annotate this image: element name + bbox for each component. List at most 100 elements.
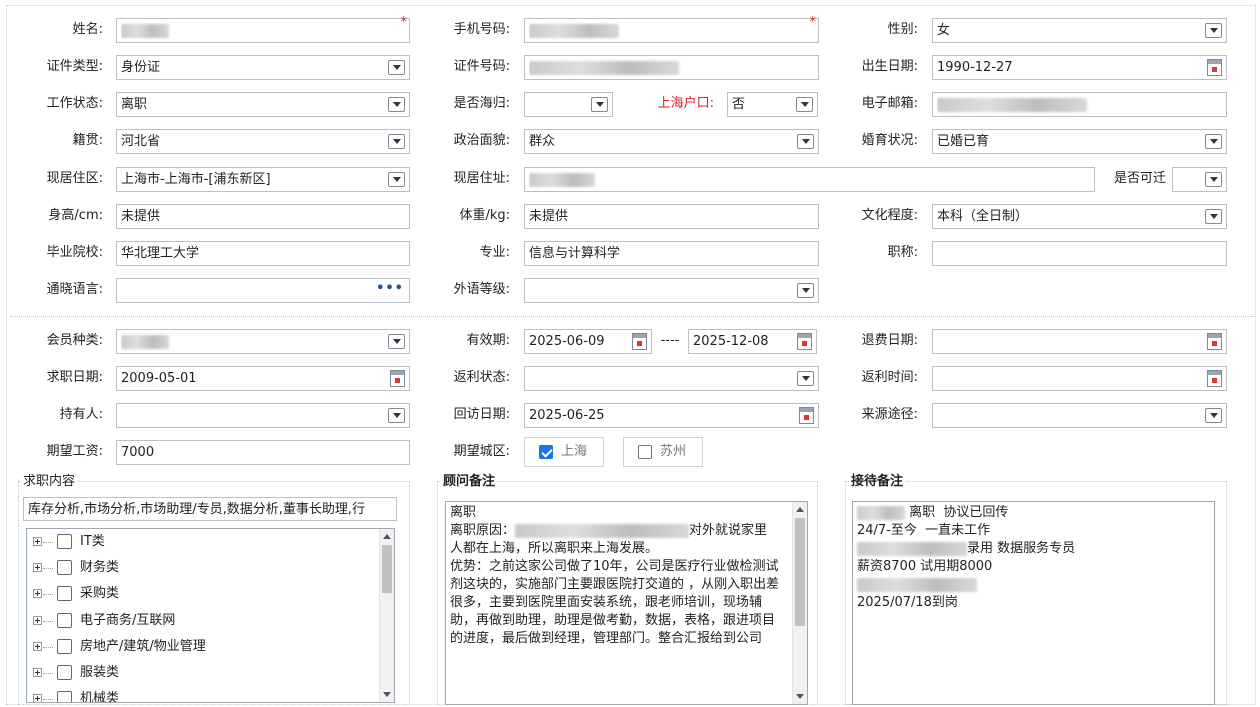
native-place-select[interactable]: 河北省 — [116, 129, 410, 154]
school-field[interactable]: 华北理工大学 — [116, 241, 410, 266]
email-field[interactable] — [932, 92, 1227, 117]
expand-icon[interactable] — [33, 694, 42, 702]
rebate-time-field[interactable] — [932, 366, 1227, 391]
city-option-suzhou[interactable]: 苏州 — [623, 437, 703, 467]
residence-area-label: 现居住区: — [46, 171, 103, 186]
name-field[interactable]: * — [116, 16, 410, 43]
returnee-select[interactable] — [524, 92, 613, 117]
education-select[interactable]: 本科（全日制） — [932, 204, 1227, 229]
checkbox-icon[interactable] — [57, 691, 72, 702]
calendar-icon[interactable] — [632, 333, 647, 350]
refund-date-field[interactable] — [932, 329, 1227, 354]
title-field[interactable] — [932, 241, 1227, 266]
validity-start-field[interactable]: 2025-06-09 — [524, 329, 652, 354]
expand-icon[interactable] — [33, 616, 42, 625]
residence-area-select[interactable]: 上海市-上海市-[浦东新区] — [116, 167, 410, 192]
shanghai-hukou-select[interactable]: 否 — [727, 92, 818, 117]
political-status-select[interactable]: 群众 — [524, 129, 819, 154]
more-icon[interactable]: ••• — [376, 281, 404, 296]
chevron-down-icon[interactable] — [388, 97, 405, 112]
residence-address-field[interactable] — [524, 167, 1095, 192]
reception-notes-textarea[interactable]: 离职 协议已回传 24/7-至今 一直未工作 录用 数据服务专员 薪资8700 … — [852, 501, 1215, 705]
chevron-down-icon[interactable] — [388, 408, 405, 423]
chevron-down-icon[interactable] — [388, 334, 405, 349]
weight-field[interactable]: 未提供 — [524, 204, 819, 229]
validity-label: 有效期: — [466, 333, 510, 348]
chevron-down-icon[interactable] — [388, 60, 405, 75]
chevron-down-icon[interactable] — [1205, 23, 1222, 38]
chevron-down-icon[interactable] — [591, 97, 608, 112]
scroll-up-icon[interactable] — [383, 534, 391, 539]
id-number-field[interactable] — [524, 55, 819, 80]
checkbox-icon[interactable] — [638, 445, 652, 459]
chevron-down-icon[interactable] — [1205, 408, 1222, 423]
calendar-icon[interactable] — [799, 407, 814, 424]
mobile-field[interactable]: * — [524, 16, 819, 43]
expand-icon[interactable] — [33, 537, 42, 546]
checkbox-icon[interactable] — [57, 665, 72, 680]
revisit-date-label: 回访日期: — [453, 407, 510, 422]
major-field[interactable]: 信息与计算科学 — [524, 241, 819, 266]
chevron-down-icon[interactable] — [797, 283, 814, 298]
scroll-thumb[interactable] — [795, 518, 805, 626]
scroll-thumb[interactable] — [382, 545, 392, 593]
expand-icon[interactable] — [33, 589, 42, 598]
job-content-summary-field[interactable]: 库存分析,市场分析,市场助理/专员,数据分析,董事长助理,行 — [23, 497, 397, 521]
height-field[interactable]: 未提供 — [116, 204, 410, 229]
chevron-down-icon[interactable] — [388, 172, 405, 187]
foreign-level-select[interactable] — [524, 278, 819, 303]
notes-scrollbar[interactable] — [792, 502, 807, 704]
work-status-select[interactable]: 离职 — [116, 92, 410, 117]
validity-separator: ---- — [660, 333, 680, 348]
calendar-icon[interactable] — [390, 370, 405, 387]
consultant-notes-textarea[interactable]: 离职 离职原因： 对外就说家里 人都在上海，所以离职来上海发展。 优势：之前这家公… — [445, 501, 808, 705]
chevron-down-icon[interactable] — [1205, 209, 1222, 224]
checkbox-icon[interactable] — [57, 560, 72, 575]
chevron-down-icon[interactable] — [797, 371, 814, 386]
scroll-down-icon[interactable] — [383, 692, 391, 697]
marital-status-select[interactable]: 已婚已育 — [932, 129, 1227, 154]
job-seek-date-field[interactable]: 2009-05-01 — [116, 366, 410, 391]
chevron-down-icon[interactable] — [797, 134, 814, 149]
note-line-text: 离职原因： — [450, 523, 516, 538]
expected-salary-field[interactable]: 7000 — [116, 440, 410, 465]
checkbox-icon[interactable] — [57, 586, 72, 601]
calendar-icon[interactable] — [1207, 370, 1222, 387]
chevron-down-icon[interactable] — [1205, 172, 1222, 187]
scroll-down-icon[interactable] — [796, 694, 804, 699]
relocatable-select[interactable] — [1172, 167, 1227, 192]
city-option-shanghai[interactable]: 上海 — [524, 437, 604, 467]
scroll-up-icon[interactable] — [796, 507, 804, 512]
checkbox-icon[interactable] — [57, 639, 72, 654]
languages-field[interactable]: ••• — [116, 278, 410, 303]
holder-select[interactable] — [116, 403, 410, 428]
tree-scrollbar[interactable] — [379, 529, 394, 702]
calendar-icon[interactable] — [1207, 59, 1222, 76]
checkbox-checked-icon[interactable] — [539, 445, 553, 459]
validity-end-field[interactable]: 2025-12-08 — [688, 329, 817, 354]
id-type-select[interactable]: 身份证 — [116, 55, 410, 80]
note-line: 人都在上海，所以离职来上海发展。 — [450, 541, 659, 556]
gender-select[interactable]: 女 — [932, 18, 1227, 43]
expand-icon[interactable] — [33, 563, 42, 572]
source-select[interactable] — [932, 403, 1227, 428]
expand-icon[interactable] — [33, 668, 42, 677]
expand-icon[interactable] — [33, 642, 42, 651]
birth-date-field[interactable]: 1990-12-27 — [932, 55, 1227, 80]
note-line-text: 录用 数据服务专员 — [967, 541, 1076, 556]
political-status-label: 政治面貌: — [453, 133, 510, 148]
foreign-level-label: 外语等级: — [453, 282, 510, 297]
revisit-date-field[interactable]: 2025-06-25 — [524, 403, 819, 428]
note-line-text: 对外就说家里 — [689, 523, 768, 538]
rebate-status-select[interactable] — [524, 366, 819, 391]
tree-item-label: 房地产/建筑/物业管理 — [80, 639, 206, 654]
checkbox-icon[interactable] — [57, 613, 72, 628]
chevron-down-icon[interactable] — [388, 134, 405, 149]
checkbox-icon[interactable] — [57, 534, 72, 549]
member-type-select[interactable] — [116, 329, 410, 354]
calendar-icon[interactable] — [797, 333, 812, 350]
city-option-label: 上海 — [561, 444, 588, 459]
chevron-down-icon[interactable] — [1205, 134, 1222, 149]
chevron-down-icon[interactable] — [796, 97, 813, 112]
calendar-icon[interactable] — [1207, 333, 1222, 350]
